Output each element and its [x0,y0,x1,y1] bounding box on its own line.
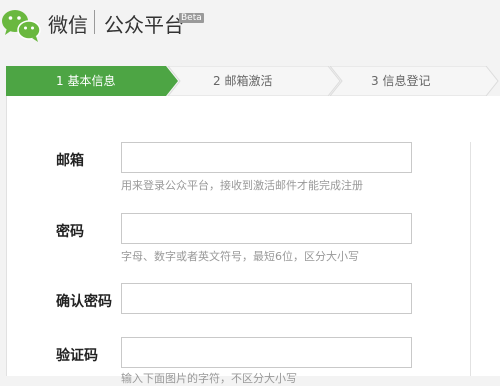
captcha-field[interactable] [121,337,412,368]
confirm-password-field[interactable] [121,283,412,314]
captcha-hint: 输入下面图片的字符，不区分大小写 [121,372,297,385]
step-2-label: 2 邮箱激活 [213,74,273,88]
app-name: 微信 [48,13,88,37]
step-3-label: 3 信息登记 [371,74,431,88]
registration-steps: 1 基本信息 2 邮箱激活 3 信息登记 [6,66,500,96]
header: 微信 公众平台 Beta [0,0,500,52]
panel-divider [470,142,471,376]
password-field[interactable] [121,213,412,244]
title-divider [94,10,95,34]
confirm-password-label: 确认密码 [56,294,112,310]
wechat-logo-icon [2,10,41,42]
email-field[interactable] [121,142,412,173]
password-label: 密码 [56,224,84,240]
platform-name: 公众平台 [104,13,184,37]
captcha-label: 验证码 [56,348,98,364]
email-hint: 用来登录公众平台，接收到激活邮件才能完成注册 [121,179,363,192]
beta-badge: Beta [179,13,204,23]
password-hint: 字母、数字或者英文符号，最短6位，区分大小写 [121,250,359,263]
email-label: 邮箱 [56,153,84,169]
step-1-label: 1 基本信息 [56,74,116,88]
